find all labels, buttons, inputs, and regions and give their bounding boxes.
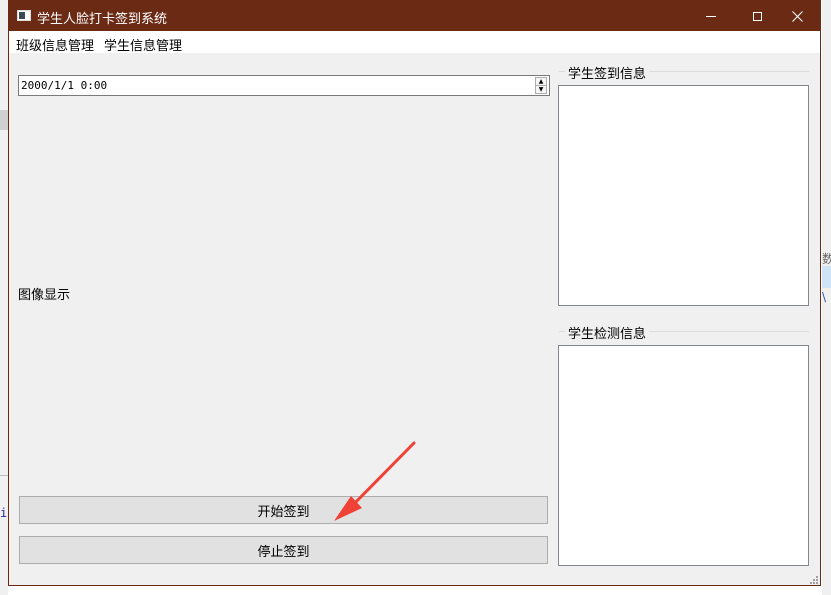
maximize-icon (752, 11, 762, 21)
window-title: 学生人脸打卡签到系统 (37, 12, 168, 27)
sign-info-list[interactable] (558, 85, 809, 306)
background-left-divider (0, 475, 8, 476)
size-grip-icon[interactable] (809, 575, 819, 585)
datetime-value: 2000/1/1 0:00 (21, 79, 108, 92)
app-icon (17, 10, 31, 21)
image-display-label: 图像显示 (18, 288, 71, 303)
close-icon (791, 10, 803, 22)
minimize-button[interactable] (688, 1, 734, 31)
sign-info-group-title: 学生签到信息 (565, 63, 650, 82)
title-bar[interactable]: 学生人脸打卡签到系统 (9, 1, 820, 31)
datetime-spinner[interactable]: ▲ ▼ (535, 77, 547, 94)
stop-sign-in-button[interactable]: 停止签到 (19, 536, 548, 564)
background-right-selection (822, 266, 831, 288)
detect-info-list[interactable] (558, 345, 809, 566)
start-sign-in-button[interactable]: 开始签到 (19, 496, 548, 524)
datetime-edit[interactable]: 2000/1/1 0:00 ▲ ▼ (18, 75, 550, 96)
spin-down-icon[interactable]: ▼ (536, 86, 546, 93)
main-window: 学生人脸打卡签到系统 班级信息管理 学生信息管理 2000/1/1 0:00 ▲… (8, 0, 821, 586)
spin-up-icon[interactable]: ▲ (536, 78, 546, 85)
background-right-char: 数 (822, 252, 831, 266)
background-left-mark (0, 110, 8, 130)
menu-class-info[interactable]: 班级信息管理 (16, 35, 94, 54)
minimize-icon (706, 15, 716, 17)
menu-student-info[interactable]: 学生信息管理 (104, 35, 182, 54)
background-left-text: i (0, 506, 8, 520)
close-button[interactable] (774, 1, 820, 31)
menu-bar: 班级信息管理 学生信息管理 (9, 31, 820, 54)
background-right-slash: \ (822, 290, 827, 304)
detect-info-group-title: 学生检测信息 (565, 323, 650, 342)
